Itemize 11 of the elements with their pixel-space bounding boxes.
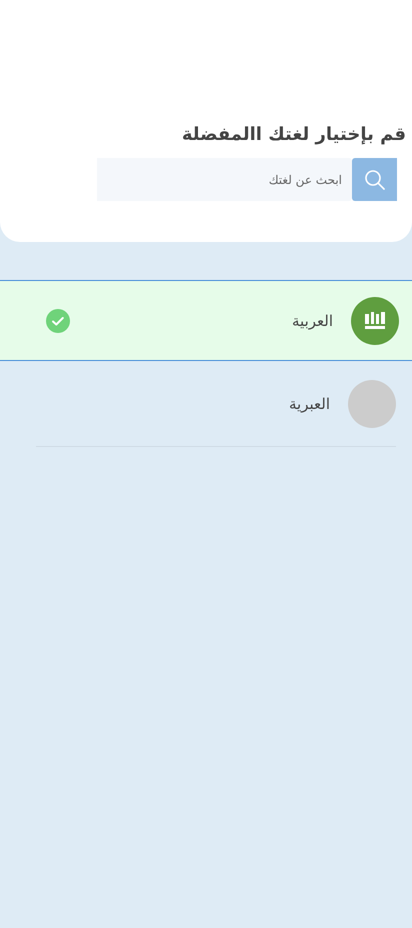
page-title: قم بإختيار لغتك االمفضلة (182, 124, 406, 145)
language-name: العربية (292, 312, 333, 330)
check-icon (46, 308, 70, 332)
language-item[interactable]: العربية (0, 280, 412, 361)
flag-icon (351, 296, 399, 344)
avatar-placeholder (348, 380, 396, 428)
language-item[interactable]: العبرية (36, 361, 396, 447)
search-icon (364, 168, 386, 190)
language-name: العبرية (289, 395, 330, 413)
search-button[interactable] (352, 158, 397, 201)
search-field[interactable]: ابحث عن لغتك (97, 158, 352, 201)
